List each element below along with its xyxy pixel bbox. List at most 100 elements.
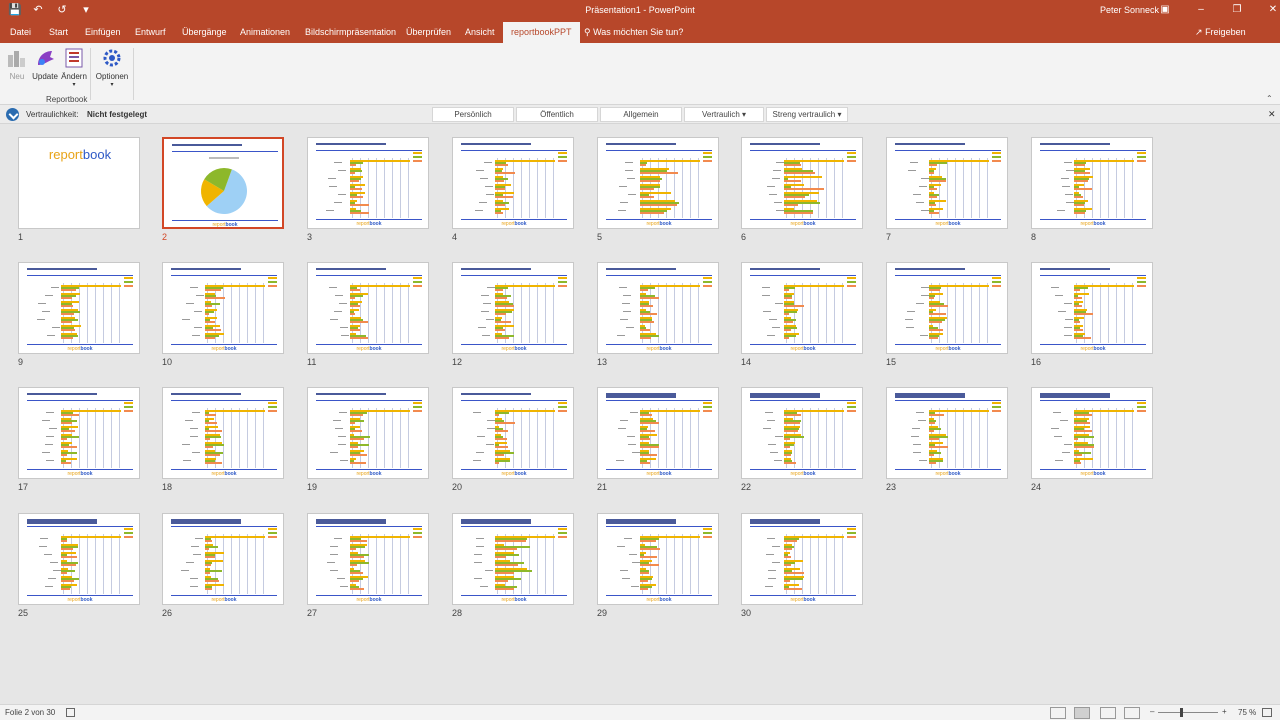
grid-line — [392, 408, 393, 468]
collapse-ribbon-icon[interactable]: ⌃ — [1266, 94, 1273, 103]
slide-thumbnail[interactable]: reportbook — [597, 513, 719, 605]
zoom-out-icon[interactable]: – — [1150, 707, 1154, 716]
reading-view-icon[interactable] — [1100, 707, 1116, 719]
tab-reportbookppt[interactable]: reportbookPPT — [503, 22, 580, 43]
category-label — [476, 546, 484, 547]
tab-ueberpruefen[interactable]: Überprüfen — [406, 27, 451, 37]
slide-sorter-view-icon[interactable] — [1074, 707, 1090, 719]
slide-thumbnail[interactable]: reportbook — [18, 137, 140, 229]
slideshow-view-icon[interactable] — [1124, 707, 1140, 719]
slide-thumbnail[interactable]: reportbook — [307, 137, 429, 229]
chart-bar — [640, 289, 648, 291]
chart-bar — [350, 446, 358, 448]
slide-thumbnail[interactable]: reportbook — [162, 387, 284, 479]
category-label — [911, 436, 919, 437]
slide-thumbnail[interactable]: reportbook — [307, 262, 429, 354]
slide-thumbnail[interactable]: reportbook — [162, 262, 284, 354]
chart-bar — [640, 414, 652, 416]
aendern-button[interactable]: Ändern ▾ — [60, 47, 88, 88]
slide-thumbnail[interactable]: reportbook — [886, 387, 1008, 479]
slide-thumbnail[interactable]: reportbook — [162, 137, 284, 229]
chart-bar — [640, 337, 651, 339]
slide-rule — [171, 595, 277, 596]
slide-thumbnail[interactable]: reportbook — [307, 513, 429, 605]
chart-bar — [784, 176, 822, 178]
class-button-oeffentlich[interactable]: Öffentlich — [516, 107, 598, 122]
category-label — [620, 420, 628, 421]
optionen-dropdown-icon[interactable]: ▾ — [94, 81, 130, 88]
chart-bar — [495, 212, 503, 214]
slide-thumbnail[interactable]: reportbook — [597, 387, 719, 479]
slide-thumbnail[interactable]: reportbook — [1031, 137, 1153, 229]
slide-rule — [1040, 150, 1146, 151]
grid-line — [963, 283, 964, 343]
chart-legend — [992, 277, 1001, 287]
category-label — [192, 335, 200, 336]
chart-legend — [1137, 402, 1146, 412]
slide-thumbnail[interactable]: reportbook — [1031, 387, 1153, 479]
tab-datei[interactable]: Datei — [10, 27, 31, 37]
slide-thumbnail[interactable]: reportbook — [1031, 262, 1153, 354]
chart-bar — [929, 446, 948, 448]
chart-bar — [1074, 414, 1092, 416]
class-button-persoenlich[interactable]: Persönlich — [432, 107, 514, 122]
normal-view-icon[interactable] — [1050, 707, 1066, 719]
slide-thumbnail[interactable]: reportbook — [741, 137, 863, 229]
slide-thumbnail[interactable]: reportbook — [452, 513, 574, 605]
slide-thumbnail[interactable]: reportbook — [452, 262, 574, 354]
tab-bildschirmpraesentation[interactable]: Bildschirmpräsentation — [305, 27, 396, 37]
slide-thumbnail[interactable]: reportbook — [886, 137, 1008, 229]
slide-thumbnail[interactable]: reportbook — [741, 262, 863, 354]
slide-thumbnail[interactable]: reportbook — [307, 387, 429, 479]
chart-bar — [640, 164, 646, 166]
optionen-button[interactable]: Optionen ▾ — [94, 47, 130, 88]
fit-to-window-icon[interactable] — [1262, 708, 1272, 717]
slide-thumbnail[interactable]: reportbook — [452, 137, 574, 229]
slide-thumbnail[interactable]: reportbook — [452, 387, 574, 479]
zoom-percent[interactable]: 75 % — [1238, 708, 1256, 717]
slide-thumbnail[interactable]: reportbook — [18, 387, 140, 479]
slide-thumbnail[interactable]: reportbook — [597, 262, 719, 354]
ribbon-display-icon[interactable]: ▣ — [1158, 3, 1172, 17]
chart-bar — [61, 462, 71, 464]
chart-legend — [992, 152, 1001, 162]
class-button-streng-vertraulich[interactable]: Streng vertraulich ▾ — [766, 107, 848, 122]
tell-me-search[interactable]: ⚲ Was möchten Sie tun? — [584, 27, 683, 38]
slide-rule — [750, 219, 856, 220]
tab-entwurf[interactable]: Entwurf — [135, 27, 166, 37]
class-button-vertraulich[interactable]: Vertraulich ▾ — [684, 107, 764, 122]
tab-start[interactable]: Start — [49, 27, 68, 37]
tab-uebergaenge[interactable]: Übergänge — [182, 27, 227, 37]
tab-animationen[interactable]: Animationen — [240, 27, 290, 37]
slide-thumbnail[interactable]: reportbook — [597, 137, 719, 229]
zoom-in-icon[interactable]: + — [1222, 707, 1227, 716]
category-label — [480, 586, 488, 587]
class-button-allgemein[interactable]: Allgemein — [600, 107, 682, 122]
close-icon[interactable]: ✕ — [1266, 3, 1280, 17]
share-button[interactable]: ↗ Freigeben — [1195, 27, 1246, 38]
zoom-slider[interactable] — [1158, 712, 1218, 713]
chart-legend — [413, 277, 422, 287]
tab-einfuegen[interactable]: Einfügen — [85, 27, 121, 37]
slide-thumbnail[interactable]: reportbook — [18, 262, 140, 354]
slide-thumbnail[interactable]: reportbook — [162, 513, 284, 605]
slide-thumbnail[interactable]: reportbook — [886, 262, 1008, 354]
tab-ansicht[interactable]: Ansicht — [465, 27, 495, 37]
chart-bar — [784, 204, 798, 206]
slide-footer-logo: reportbook — [646, 471, 672, 477]
chart-bar — [350, 289, 360, 291]
aendern-dropdown-icon[interactable]: ▾ — [60, 81, 88, 88]
spell-check-icon[interactable] — [66, 708, 75, 717]
slide-thumbnail[interactable]: reportbook — [18, 513, 140, 605]
neu-button[interactable]: Neu — [6, 47, 28, 81]
chart-bar — [784, 164, 801, 166]
minimize-icon[interactable]: – — [1194, 3, 1208, 17]
user-name[interactable]: Peter Sonneck — [1100, 5, 1159, 15]
restore-icon[interactable]: ❐ — [1230, 3, 1244, 17]
slide-thumbnail[interactable]: reportbook — [741, 513, 863, 605]
grid-line — [119, 283, 120, 343]
close-bar-icon[interactable]: ✕ — [1268, 109, 1276, 120]
zoom-slider-thumb[interactable] — [1180, 708, 1183, 717]
update-button[interactable]: Update — [32, 47, 58, 81]
slide-thumbnail[interactable]: reportbook — [741, 387, 863, 479]
